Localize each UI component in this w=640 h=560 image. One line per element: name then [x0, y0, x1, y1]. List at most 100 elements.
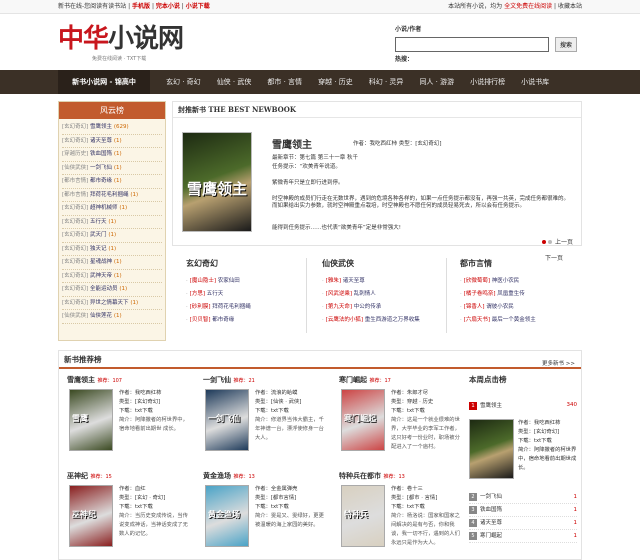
- category-item[interactable]: · [橘子卷鸣奈] 凤凰重生传: [460, 288, 588, 301]
- nav-item-fantasy[interactable]: 玄幻 · 奇幻: [158, 70, 209, 94]
- sidebar-item[interactable]: [仙侠武侠] 一剑飞仙 (1): [62, 162, 162, 175]
- nav-item-xianxia[interactable]: 仙侠 · 武侠: [209, 70, 260, 94]
- search-button[interactable]: 搜索: [555, 37, 577, 52]
- sidebar-item-name[interactable]: 诸天至尊: [90, 138, 112, 144]
- sidebar-item-name[interactable]: 仙侠莲花: [90, 313, 112, 319]
- weekly-top-row[interactable]: 1 雪鹰领主 340: [469, 402, 577, 410]
- sidebar-item-name[interactable]: 雪鹰领主: [90, 124, 112, 130]
- category-title[interactable]: 仙侠武侠: [322, 258, 450, 269]
- category-item[interactable]: · [魔山隐士] 农家仙田: [186, 275, 314, 288]
- category-item-name[interactable]: 神医小农民: [492, 278, 520, 284]
- nav-item-library[interactable]: 小说书库: [513, 70, 557, 94]
- category-item-tag[interactable]: [雅朱]: [326, 278, 341, 284]
- book-download[interactable]: 下载：txt下载: [255, 503, 329, 512]
- category-item-name[interactable]: 五行天: [207, 291, 224, 297]
- category-item[interactable]: · [欣微萄萄] 神医小农民: [460, 275, 588, 288]
- category-item-name[interactable]: 凤凰重生传: [497, 291, 525, 297]
- book-title[interactable]: 雪鹰领主: [67, 375, 95, 384]
- book-download[interactable]: 下载：txt下载: [391, 503, 465, 512]
- book-cover[interactable]: 黄金渔场: [205, 485, 249, 547]
- sidebar-item[interactable]: [玄幻奇幻] 五行天 (1): [62, 216, 162, 229]
- weekly-item[interactable]: 3 铁血国殇 1: [469, 504, 577, 517]
- category-title[interactable]: 玄幻奇幻: [186, 258, 314, 269]
- book-cover[interactable]: 特种兵: [341, 485, 385, 547]
- finished-link[interactable]: 完本小说: [156, 3, 180, 10]
- category-item-tag[interactable]: [魔山隐士]: [190, 278, 216, 284]
- book-cover[interactable]: 雪鹰: [69, 389, 113, 451]
- sidebar-item[interactable]: [仙侠武侠] 仙侠莲花 (1): [62, 310, 162, 324]
- book-cover[interactable]: 巫神纪: [69, 485, 113, 547]
- weekly-item[interactable]: 5 寒门崛起 1: [469, 530, 577, 543]
- weekly-top-name[interactable]: 雪鹰领主: [480, 403, 502, 409]
- sidebar-item-name[interactable]: 星魂战神: [90, 259, 112, 265]
- pager-dot-active[interactable]: [541, 240, 546, 244]
- book-cover[interactable]: 寒门崛起: [341, 389, 385, 451]
- category-item[interactable]: · [六扇天书] 最后一个黄金领主: [460, 314, 588, 327]
- sidebar-item-name[interactable]: 全能运动员: [90, 286, 118, 292]
- nav-home[interactable]: 新书小说网 - 锦高中: [58, 70, 150, 94]
- category-item[interactable]: · [云鹰法的小狐] 重生西游道之万界收集: [322, 314, 450, 327]
- category-item-name[interactable]: 拜荷花毛利捆绳: [212, 304, 251, 310]
- category-item-name[interactable]: 最后一个黄金领主: [492, 317, 536, 323]
- sidebar-item-name[interactable]: 独天记: [90, 246, 107, 252]
- sidebar-item[interactable]: [玄幻奇幻] 全能运动员 (1): [62, 283, 162, 297]
- nav-item-fanfic[interactable]: 同人 · 游游: [411, 70, 462, 94]
- sidebar-item[interactable]: [玄幻奇幻] 雪鹰领主 (629): [62, 121, 162, 135]
- featured-cover[interactable]: 雪鹰领主: [182, 132, 252, 232]
- book-download[interactable]: 下载：txt下载: [119, 503, 193, 512]
- search-input[interactable]: [395, 37, 549, 52]
- category-item-name[interactable]: 农家仙田: [218, 278, 240, 284]
- sidebar-item-name[interactable]: 异世之情幕天下: [90, 300, 129, 306]
- category-item-tag[interactable]: [云鹰法的小狐]: [326, 317, 363, 323]
- book-title[interactable]: 特种兵在都市: [339, 471, 381, 480]
- category-item-tag[interactable]: [锦香人]: [464, 304, 485, 310]
- category-item[interactable]: · [锦香人] 谓彼小农民: [460, 301, 588, 314]
- category-item-tag[interactable]: [砂利膜]: [190, 304, 211, 310]
- category-title[interactable]: 都市言情: [460, 258, 588, 269]
- weekly-item[interactable]: 4 诸天至尊 1: [469, 517, 577, 530]
- prev-page-link[interactable]: 上一页: [555, 239, 573, 246]
- sidebar-item-name[interactable]: 五行天: [90, 219, 107, 225]
- nav-item-rankings[interactable]: 小说排行榜: [462, 70, 513, 94]
- category-item-tag[interactable]: [欣微萄萄]: [464, 278, 490, 284]
- book-title[interactable]: 寒门崛起: [339, 375, 367, 384]
- featured-update[interactable]: 最新章节：第七篇 第三十一章 秋千: [272, 155, 358, 162]
- book-download[interactable]: 下载：txt下载: [255, 407, 329, 416]
- category-item[interactable]: · [方思] 五行天: [186, 288, 314, 301]
- weekly-item-name[interactable]: 一剑飞仙: [480, 494, 502, 500]
- weekly-download[interactable]: 下载：txt下载: [518, 437, 580, 446]
- category-item-name[interactable]: 都市奇缘: [212, 317, 234, 323]
- sidebar-item[interactable]: [玄幻奇幻] 异世之情幕天下 (1): [62, 297, 162, 310]
- weekly-item-name[interactable]: 诸天至尊: [480, 520, 502, 526]
- category-item[interactable]: · [风武逆乘] 乱刺情人: [322, 288, 450, 301]
- category-item-name[interactable]: 重生西游道之万界收集: [365, 317, 420, 323]
- nav-item-history[interactable]: 穿越 · 历史: [310, 70, 361, 94]
- sidebar-item-name[interactable]: 一剑飞仙: [90, 165, 112, 171]
- sidebar-item[interactable]: [玄幻奇幻] 武天门 (1): [62, 229, 162, 243]
- weekly-item-name[interactable]: 铁血国殇: [480, 507, 502, 513]
- category-item[interactable]: · [雅朱] 诸天至尊: [322, 275, 450, 288]
- download-link[interactable]: 小说下载: [186, 3, 210, 10]
- category-item-name[interactable]: 中公的传承: [354, 304, 382, 310]
- book-title[interactable]: 巫神纪: [67, 471, 88, 480]
- featured-pager[interactable]: 上一页: [541, 239, 573, 247]
- category-item-name[interactable]: 诸天至尊: [343, 278, 365, 284]
- pager-dot[interactable]: [547, 240, 552, 244]
- book-download[interactable]: 下载：txt下载: [119, 407, 193, 416]
- category-item[interactable]: · [贝贝智] 都市奇缘: [186, 314, 314, 327]
- sidebar-item[interactable]: [玄幻奇幻] 独天记 (1): [62, 243, 162, 256]
- sidebar-item[interactable]: [玄幻奇幻] 诸天至尊 (1): [62, 135, 162, 148]
- sidebar-item-name[interactable]: 拜荷花毛利捆绳: [90, 192, 129, 198]
- category-item-tag[interactable]: [方思]: [190, 291, 205, 297]
- sidebar-item-name[interactable]: 超神机械师: [90, 205, 118, 211]
- nav-item-scifi[interactable]: 科幻 · 灵异: [361, 70, 412, 94]
- weekly-item[interactable]: 2 一剑飞仙 1: [469, 491, 577, 504]
- free-read-link[interactable]: 全文免费在线阅读: [504, 3, 552, 10]
- category-item-tag[interactable]: [风武逆乘]: [326, 291, 352, 297]
- sidebar-item[interactable]: [玄幻奇幻] 星魂战神 (1): [62, 256, 162, 270]
- category-item-tag[interactable]: [橘子卷鸣奈]: [464, 291, 496, 297]
- site-logo[interactable]: 中华小说网 免费在线阅读 · TXT下载: [58, 22, 218, 64]
- sidebar-item-name[interactable]: 武天门: [90, 232, 107, 238]
- mobile-link[interactable]: 手机版: [132, 3, 150, 10]
- sidebar-item[interactable]: [都市言情] 拜荷花毛利捆绳 (1): [62, 189, 162, 202]
